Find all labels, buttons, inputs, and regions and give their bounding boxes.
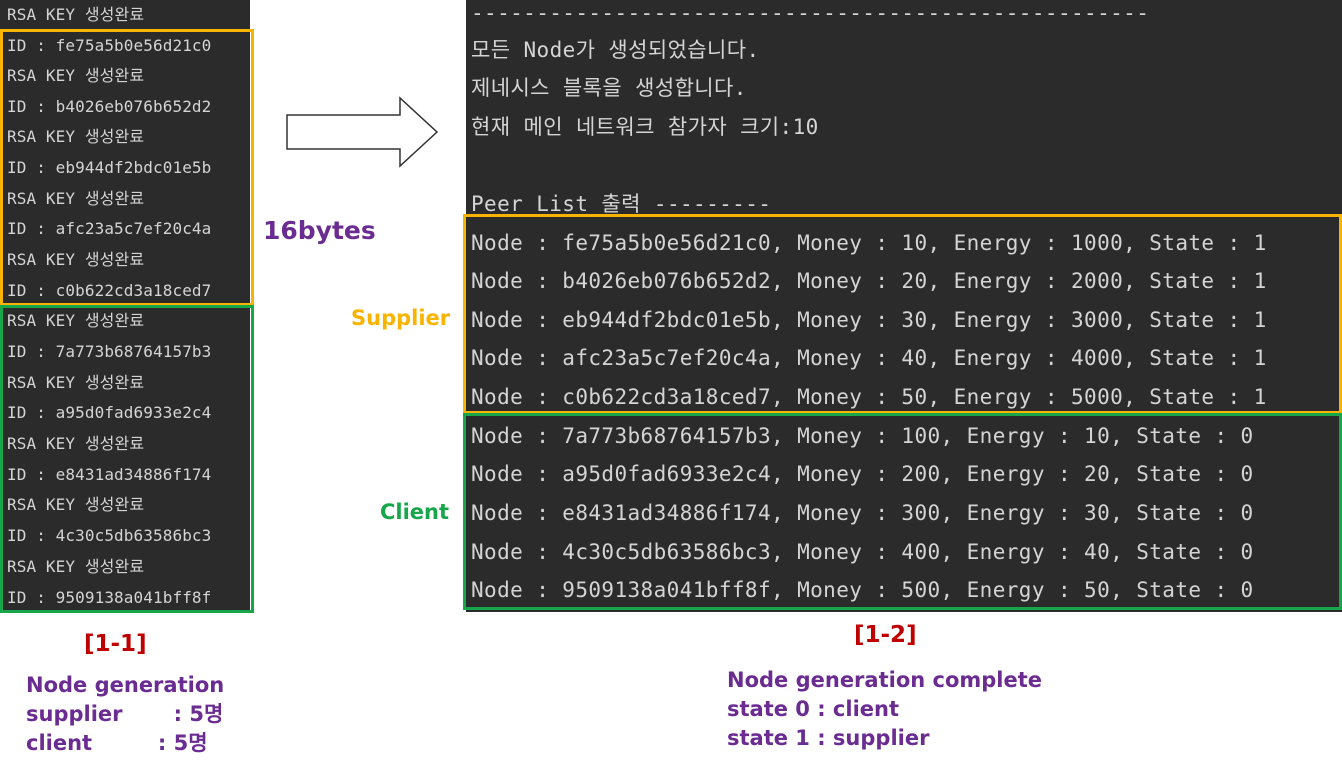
bytes-label: 16bytes <box>263 216 376 245</box>
caption-line: state 0 : client <box>727 697 900 721</box>
caption-line: Node generation <box>26 673 225 697</box>
caption-line: supplier : 5명 <box>26 702 224 726</box>
terminal-line: 현재 메인 네트워크 참가자 크기:10 <box>471 115 819 139</box>
caption-line: state 1 : supplier <box>727 726 930 750</box>
caption-right: Node generation complete state 0 : clien… <box>727 666 1042 753</box>
caption-line: Node generation complete <box>727 668 1043 692</box>
supplier-highlight-box-left <box>0 29 254 306</box>
terminal-line: 모든 Node가 생성되었습니다. <box>471 38 760 62</box>
figure-ref-left: [1-1] <box>84 631 147 657</box>
right-arrow-icon <box>286 96 439 168</box>
client-label: Client <box>380 500 450 524</box>
terminal-line: 제네시스 블록을 생성합니다. <box>471 76 747 100</box>
client-highlight-box-left <box>0 305 254 613</box>
terminal-line: ----------------------------------------… <box>471 1 1150 25</box>
figure-ref-right: [1-2] <box>854 622 917 648</box>
terminal-line: RSA KEY 생성완료 <box>7 5 145 24</box>
caption-line: client : 5명 <box>26 731 208 755</box>
supplier-label: Supplier <box>351 306 451 330</box>
supplier-highlight-box-right <box>463 214 1342 414</box>
caption-left: Node generation supplier : 5명 client : 5… <box>26 671 224 758</box>
client-highlight-box-right <box>463 413 1342 610</box>
